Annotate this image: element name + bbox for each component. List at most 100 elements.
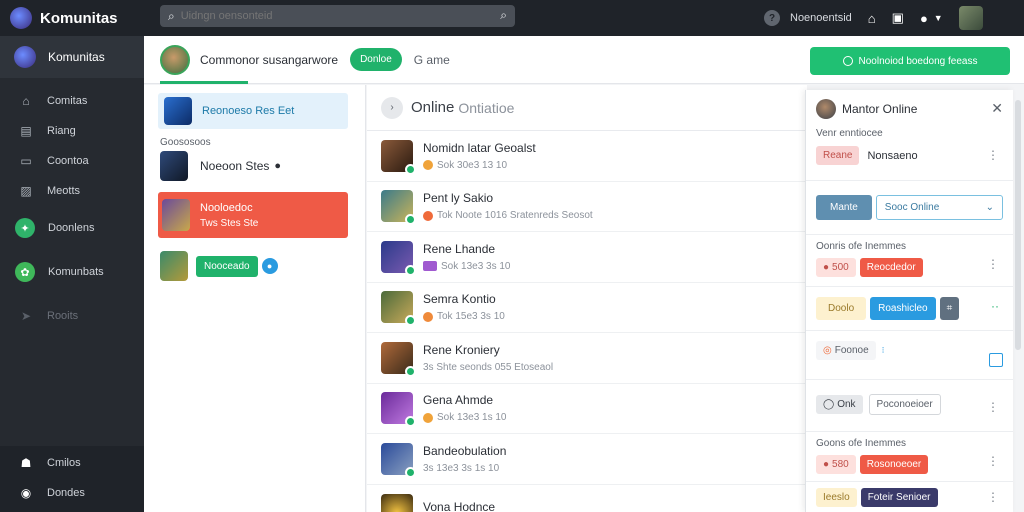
search-bar[interactable]: ⌕ ⌕ [160, 5, 515, 27]
online-indicator-icon [405, 214, 416, 226]
more-icon[interactable]: ·· [991, 299, 999, 313]
sidebar-item-label: Cmilos [47, 457, 81, 469]
detail-section: Goons ofe Inemmes ● 580 Rosonoeoer ⋮ [806, 432, 1013, 482]
list-item[interactable]: Nomidn latar Geoalst Sok 30e3 13 10 [367, 131, 807, 182]
app-logo-icon [10, 7, 32, 29]
game-thumbnail [160, 151, 188, 181]
sidebar-item-cmilos[interactable]: ☗ Cmilos [0, 448, 144, 478]
list-item[interactable]: Vona Hodnce [367, 485, 807, 512]
tag-chip[interactable]: Reocdedor [859, 258, 923, 277]
channel-item-selected[interactable]: Reonoeso Res Eet [158, 93, 348, 129]
community-title[interactable]: Commonor susangarwore [200, 53, 338, 67]
sidebar-item-coontoa[interactable]: ▭ Coontoa [0, 146, 144, 176]
home-icon[interactable]: ⌂ [868, 11, 876, 26]
app-brand[interactable]: Komunitas [0, 7, 144, 29]
list-item[interactable]: Rene Kroniery 3s Shte seonds 055 Etoseao… [367, 333, 807, 384]
app-name: Komunitas [40, 9, 118, 27]
rank-icon [423, 311, 433, 322]
user-avatar[interactable] [958, 6, 983, 30]
tag-chip[interactable]: Ieeslo [816, 488, 857, 507]
list-item[interactable]: Bandeobulation 3s 13e3 3s 1s 10 [367, 434, 807, 485]
image-icon: ▨ [20, 184, 32, 198]
channel-tag[interactable]: Nooceado [196, 255, 258, 277]
more-icon[interactable]: ⋮ [987, 148, 999, 162]
top-right-controls: ? Noenoentsid ⌂ ▣ ● ▼ [764, 6, 983, 30]
value-chip[interactable]: ● 580 [816, 455, 856, 474]
panel-title: Mantor Online [842, 102, 918, 116]
item-name: Gena Ahmde [423, 393, 494, 408]
tab-donloe[interactable]: Donloe [350, 48, 402, 71]
tag-chip[interactable]: Poconoeioer [868, 394, 941, 415]
chevron-up-down-icon[interactable]: ⁝ [882, 345, 885, 356]
status-text[interactable]: Noenoentsid [790, 12, 852, 24]
sidebar-item-doonlens[interactable]: ✦ Doonlens [0, 206, 144, 250]
notification-icon[interactable]: ● [920, 11, 928, 26]
item-name: Rene Lhande [423, 241, 496, 256]
tag-chip[interactable]: Rosonoeoer [859, 455, 929, 474]
status-select-value: Sooc Online [884, 202, 940, 213]
leaf-icon: ✦ [15, 218, 35, 238]
more-icon[interactable]: ⋮ [987, 490, 999, 504]
sidebar-item-meotts[interactable]: ▨ Meotts [0, 176, 144, 206]
role-chip[interactable]: Reane [816, 146, 860, 165]
online-indicator-icon [405, 466, 416, 478]
sidebar-item-riang[interactable]: ▤ Riang [0, 116, 144, 146]
game-thumbnail [381, 392, 416, 428]
channel-item[interactable]: Noeoon Stes ● [160, 151, 281, 181]
active-tab-indicator [160, 81, 248, 84]
status-button[interactable]: Mante [816, 195, 872, 220]
section-label: Goons ofe Inemmes [816, 438, 907, 449]
back-icon[interactable]: › [381, 96, 403, 119]
game-thumbnail [164, 97, 192, 125]
online-list: › Online Ontiatioe Nomidn latar Geoalst … [367, 85, 807, 512]
sidebar-item-komunitas[interactable]: Komunitas [0, 36, 144, 78]
grid-icon[interactable]: ⌗ [939, 297, 960, 320]
detail-section: Doolo Roashicleo ⌗ ·· [806, 287, 1013, 331]
arrow-icon: ➤ [20, 309, 32, 323]
close-icon[interactable]: ✕ [991, 100, 1003, 117]
tag-chip[interactable]: Roashicleo [870, 297, 936, 320]
sidebar-item-komunbats[interactable]: ✿ Komunbats [0, 250, 144, 294]
coin-icon: ◎ [823, 345, 832, 356]
tag-chip-label: Foonoe [834, 345, 869, 356]
sidebar-item-label: Komunbats [48, 266, 104, 278]
item-name: Bandeobulation [423, 443, 507, 458]
item-meta: 3s Shte seonds 055 Etoseaol [423, 361, 554, 373]
tab-game[interactable]: G ame [414, 53, 450, 67]
more-icon[interactable]: ⋮ [987, 257, 999, 271]
chevron-down-icon[interactable]: ▼ [934, 13, 943, 23]
detail-section: ◯ Onk Poconoeioer ⋮ [806, 380, 1013, 432]
tag-chip[interactable]: Doolo [816, 297, 867, 320]
help-icon[interactable]: ? [764, 10, 780, 26]
channel-label: Noeoon Stes [200, 159, 270, 173]
tag-chip[interactable]: ◯ Onk [816, 395, 863, 414]
sidebar-item-dondes[interactable]: ◉ Dondes [0, 478, 144, 508]
search-submit-icon[interactable]: ⌕ [500, 8, 507, 23]
community-avatar[interactable] [160, 44, 190, 75]
game-thumbnail [381, 291, 416, 327]
channel-item[interactable]: Nooceado ● [160, 251, 278, 281]
list-item[interactable]: Pent ly Sakio Tok Noote 1016 Sratenreds … [367, 182, 807, 232]
more-icon[interactable]: ⋮ [987, 400, 999, 414]
tag-chip[interactable]: Foteir Senioer [860, 488, 938, 507]
tag-chip[interactable]: ◎ Foonoe [816, 341, 876, 360]
game-thumbnail [381, 190, 416, 226]
people-icon: ☗ [20, 456, 32, 470]
more-icon[interactable]: ⋮ [987, 454, 999, 468]
tag-chip-label: Onk [837, 399, 856, 410]
value-chip[interactable]: ● 500 [816, 258, 856, 277]
channel-item-alert[interactable]: Nooloedoc Tws Stes Ste [158, 192, 348, 238]
list-item[interactable]: Gena Ahmde Sok 13e3 1s 10 [367, 384, 807, 434]
status-select[interactable]: Sooc Online ⌄ [875, 195, 1003, 220]
detail-section: Oonris ofe Inemmes ● 500 Reocdedor ⋮ [806, 235, 1013, 287]
sidebar-item-rooits[interactable]: ➤ Rooits [0, 294, 144, 338]
list-item[interactable]: Semra Kontio Tok 15e3 3s 10 [367, 283, 807, 333]
sidebar-item-comitas[interactable]: ⌂ Comitas [0, 86, 144, 116]
list-item[interactable]: Rene Lhande Sok 13e3 3s 10 [367, 232, 807, 283]
scrollbar[interactable] [1015, 100, 1021, 350]
checkbox-icon[interactable] [989, 353, 1003, 367]
join-button[interactable]: Noolnoiod boedong feeass [810, 47, 1010, 75]
gift-icon[interactable]: ▣ [892, 10, 904, 26]
sidebar-item-label: Riang [47, 125, 76, 137]
search-input[interactable] [180, 10, 461, 22]
